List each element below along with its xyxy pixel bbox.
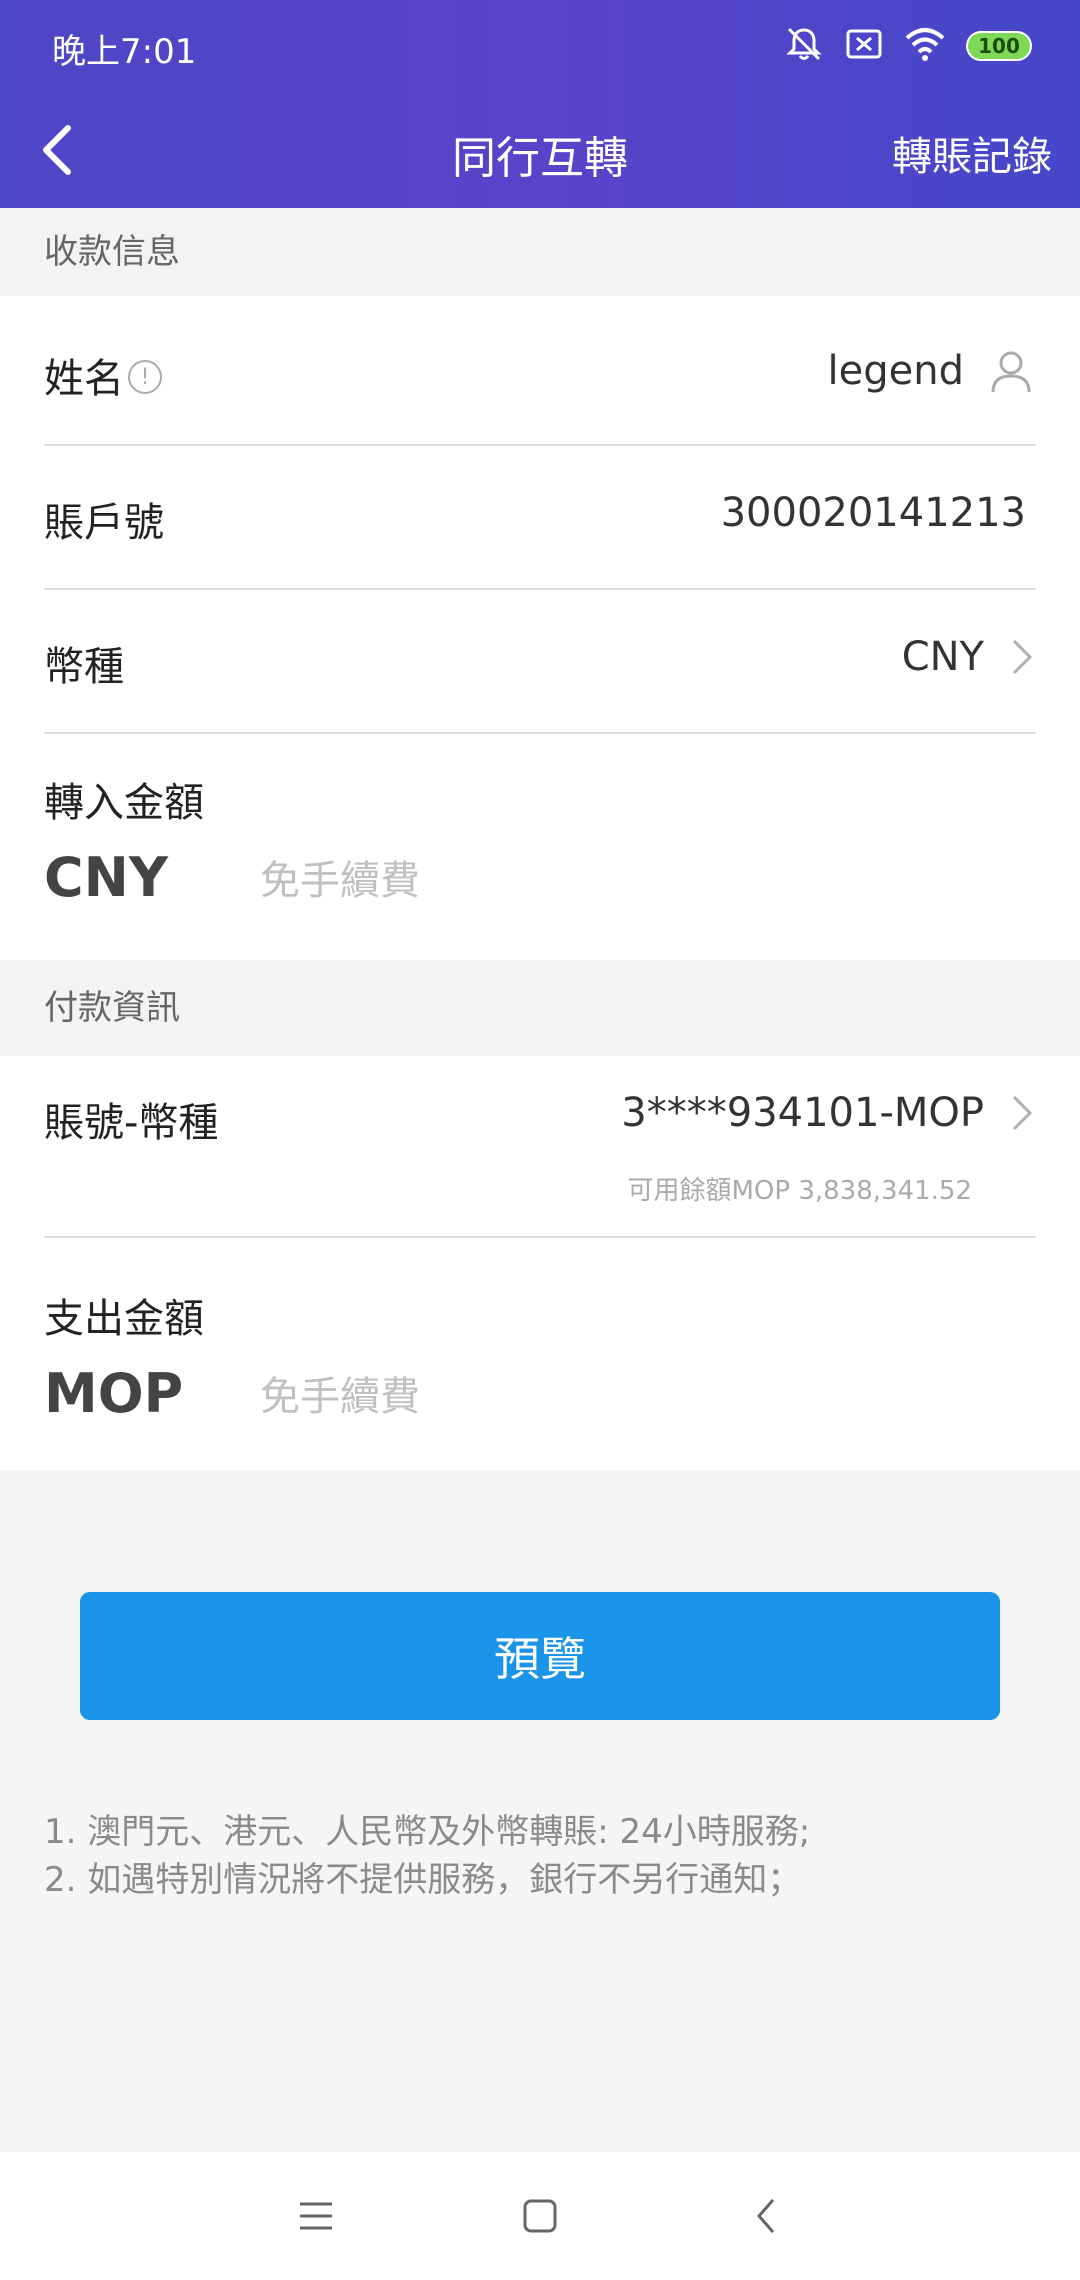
available-balance: 可用餘額MOP 3,838,341.52 [627,1176,972,1206]
wifi-icon [904,24,946,68]
incoming-amount-currency: CNY [44,846,168,909]
note-item: 1. 澳門元、港元、人民幣及外幣轉賬: 24小時服務; [44,1812,811,1852]
home-button[interactable] [510,2186,570,2246]
account-currency-row[interactable]: 賬號-幣種 3****934101-MOP 可用餘額MOP 3,838,341.… [44,1056,1036,1238]
account-currency-value: 3****934101-MOP [621,1090,984,1136]
nav-bar: 同行互轉 轉賬記錄 [0,92,1080,208]
name-value[interactable]: legend [828,348,964,394]
outgoing-amount-label: 支出金額 [44,1296,204,1342]
name-row: 姓名! legend [44,302,1036,446]
section-payment-info: 付款資訊 [0,960,1080,1056]
bell-off-icon [784,24,824,68]
preview-button[interactable]: 預覽 [80,1592,1000,1720]
contact-person-icon[interactable] [986,346,1036,396]
incoming-amount-input[interactable] [260,846,1030,916]
system-nav-bar [0,2152,1080,2280]
payment-card: 賬號-幣種 3****934101-MOP 可用餘額MOP 3,838,341.… [0,1056,1080,1470]
menu-icon [300,2202,332,2230]
app-header: 晚上7:01 100 同行互轉 轉賬記錄 [0,0,1080,208]
currency-row[interactable]: 幣種 CNY [44,590,1036,734]
incoming-amount-label: 轉入金額 [44,780,204,826]
account-currency-value-wrap: 3****934101-MOP [621,1090,1036,1136]
status-bar: 晚上7:01 100 [0,0,1080,92]
note-item: 2. 如遇特別情況將不提供服務，銀行不另行通知； [44,1860,802,1900]
account-label: 賬戶號 [44,500,164,546]
transfer-records-link[interactable]: 轉賬記錄 [892,124,1052,182]
account-value[interactable]: 300020141213 [721,490,1026,536]
service-notes: 1. 澳門元、港元、人民幣及外幣轉賬: 24小時服務; 2. 如遇特別情況將不提… [44,1808,1044,1904]
chevron-right-icon [1012,639,1033,675]
status-icons: 100 [784,24,1032,68]
name-label: 姓名! [44,346,162,404]
battery-icon: 100 [966,31,1032,61]
receive-card: 姓名! legend 賬戶號 300020141213 幣種 CNY 轉入金額 … [0,296,1080,960]
section-receive-info: 收款信息 [0,208,1080,296]
outgoing-amount-currency: MOP [44,1362,184,1425]
menu-button[interactable] [286,2186,346,2246]
name-value-wrap: legend [828,346,1036,396]
currency-value-wrap: CNY [902,634,1036,680]
account-row: 賬戶號 300020141213 [44,446,1036,590]
back-chevron-icon [757,2199,775,2233]
system-back-button[interactable] [736,2186,796,2246]
info-icon[interactable]: ! [128,360,162,394]
sim-off-icon [844,24,884,68]
currency-value: CNY [901,634,984,680]
currency-label: 幣種 [44,644,124,690]
status-time: 晚上7:01 [52,32,197,72]
outgoing-amount-input[interactable] [260,1362,1030,1432]
chevron-right-icon [1012,1095,1033,1131]
account-currency-label: 賬號-幣種 [44,1100,219,1146]
home-square-icon [523,2199,557,2233]
